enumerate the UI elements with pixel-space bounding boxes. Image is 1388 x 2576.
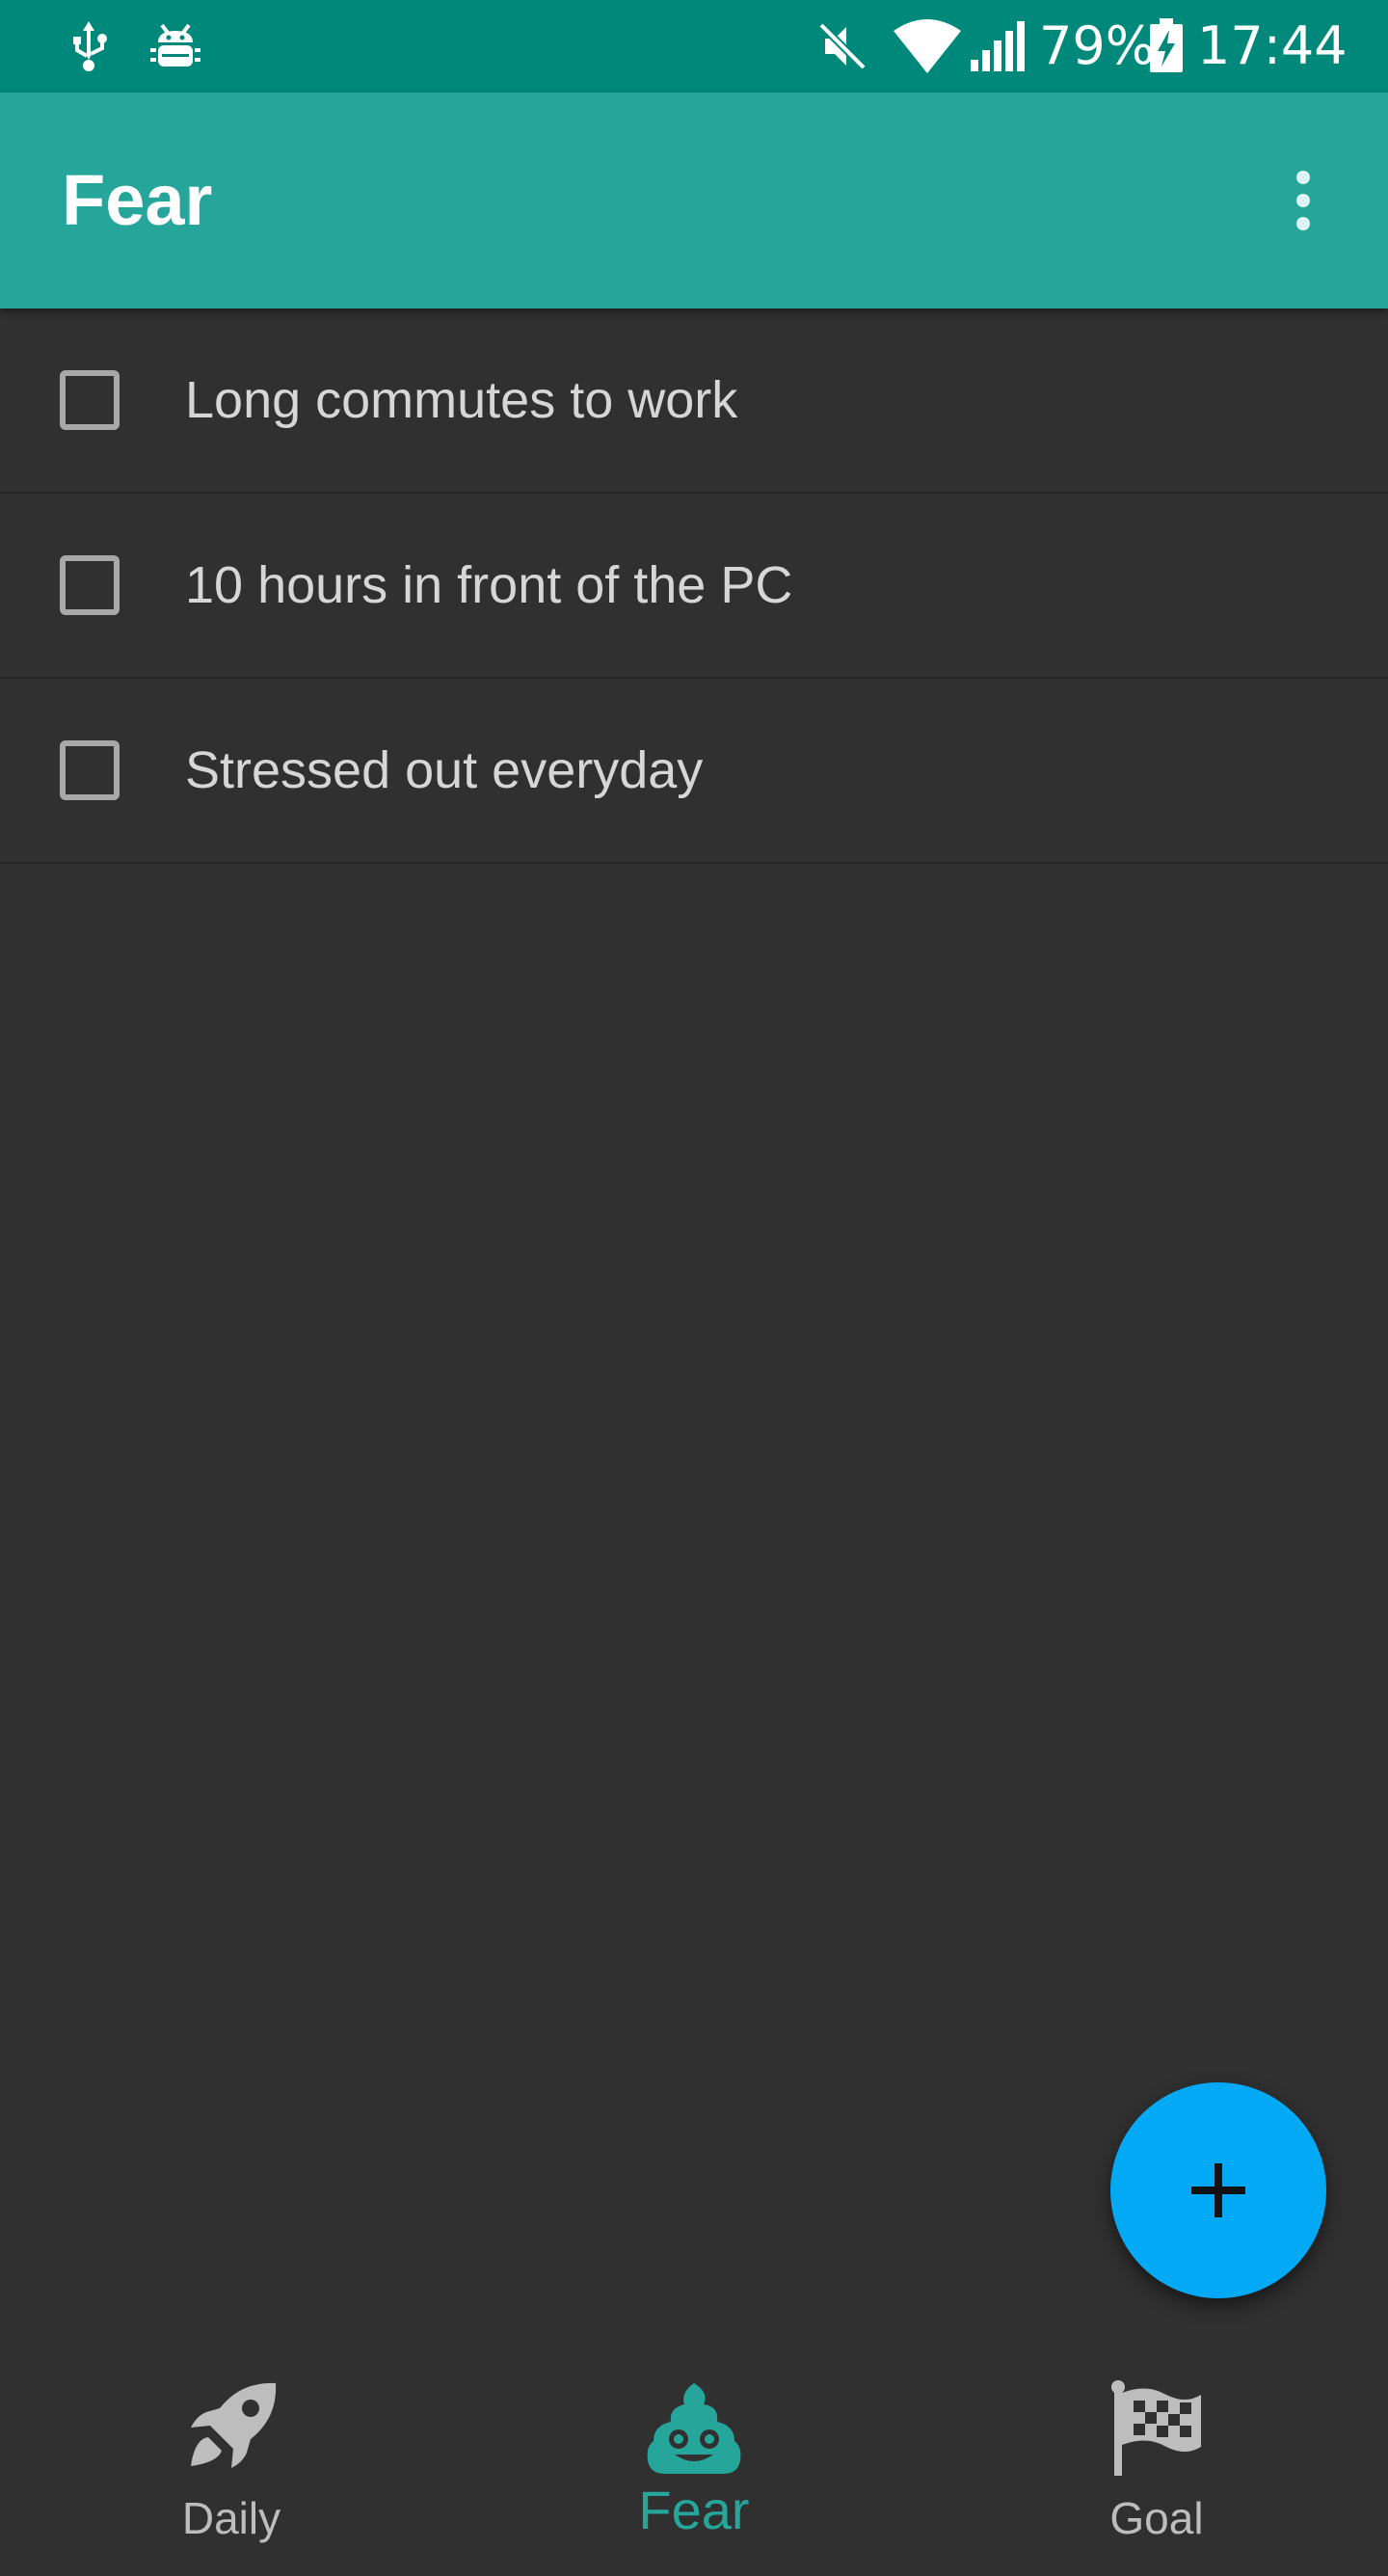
more-vert-icon-dot	[1296, 217, 1310, 230]
signal-icon	[968, 17, 1028, 75]
item-checkbox[interactable]	[60, 370, 120, 430]
wifi-icon	[891, 17, 964, 75]
more-vert-icon-dot	[1296, 194, 1310, 207]
bottom-navigation: Daily Fear Goal	[0, 2352, 1388, 2576]
app-bar: Fear	[0, 93, 1388, 309]
fear-list: Long commutes to work 10 hours in front …	[0, 309, 1388, 864]
list-item[interactable]: Long commutes to work	[0, 309, 1388, 494]
list-item[interactable]: 10 hours in front of the PC	[0, 494, 1388, 679]
list-item[interactable]: Stressed out everyday	[0, 679, 1388, 864]
item-label: Stressed out everyday	[185, 741, 704, 799]
page-title: Fear	[62, 160, 213, 240]
nav-item-goal[interactable]: Goal	[925, 2352, 1388, 2576]
item-label: 10 hours in front of the PC	[185, 556, 793, 614]
item-checkbox[interactable]	[60, 740, 120, 800]
nav-label-fear: Fear	[638, 2480, 750, 2540]
more-options-button[interactable]	[1257, 147, 1349, 255]
add-icon	[1191, 2163, 1245, 2217]
item-label: Long commutes to work	[185, 371, 738, 429]
nav-item-fear[interactable]: Fear	[463, 2352, 925, 2576]
nav-label-daily: Daily	[181, 2493, 281, 2543]
battery-percent: 79%	[1039, 15, 1156, 76]
usb-icon	[60, 17, 118, 75]
battery-charging-icon	[1147, 17, 1186, 75]
nav-label-goal: Goal	[1109, 2493, 1204, 2543]
clock: 17:44	[1197, 15, 1348, 76]
android-debug-icon	[145, 17, 206, 75]
item-checkbox[interactable]	[60, 555, 120, 615]
poop-icon	[647, 2383, 741, 2474]
mute-icon	[812, 17, 873, 75]
status-bar: 79% 17:44	[0, 0, 1388, 93]
more-vert-icon	[1296, 171, 1310, 184]
rocket-icon	[191, 2382, 277, 2468]
add-button[interactable]	[1110, 2082, 1326, 2298]
nav-item-daily[interactable]: Daily	[0, 2352, 463, 2576]
checkered-flag-icon	[1111, 2380, 1201, 2476]
app-screen: 79% 17:44 Fear Long commutes to work 10 …	[0, 0, 1388, 2576]
